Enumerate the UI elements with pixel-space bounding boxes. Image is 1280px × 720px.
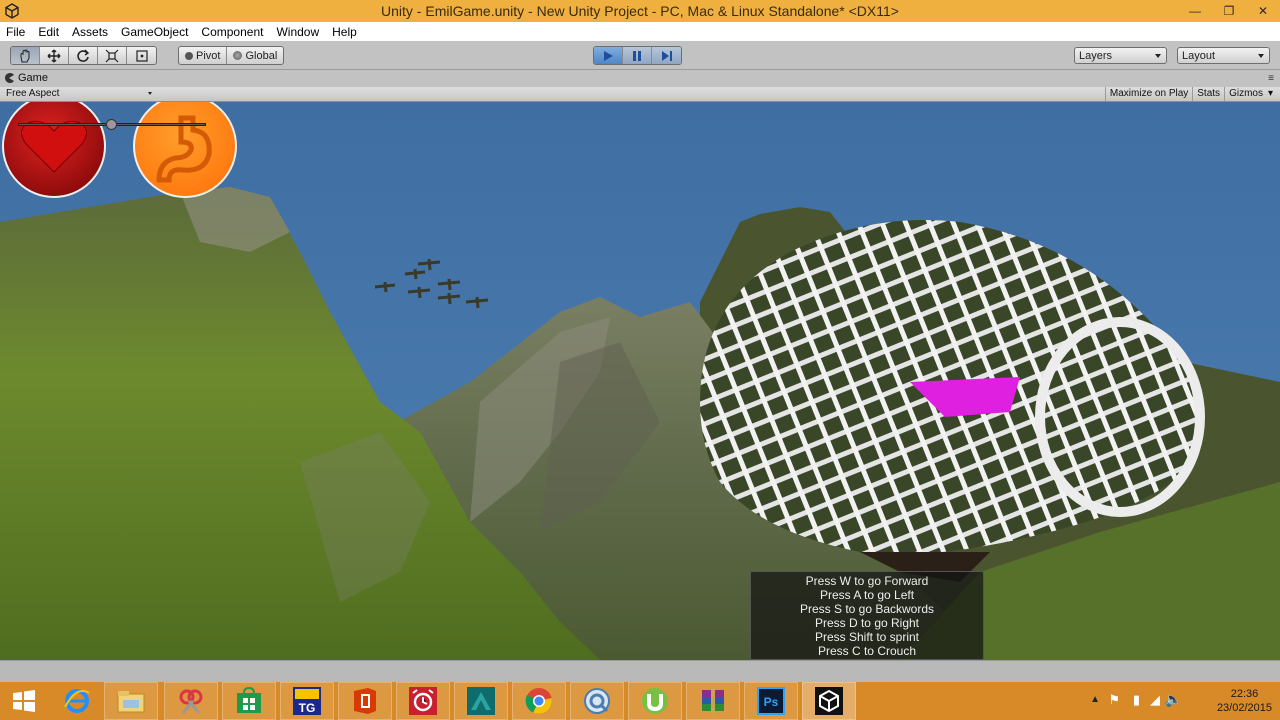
- globe-icon: [233, 51, 243, 60]
- tray-expand-icon[interactable]: ▲: [1090, 694, 1100, 705]
- hunger-indicator: [133, 102, 237, 198]
- title-bar: Unity - EmilGame.unity - New Unity Proje…: [0, 0, 1280, 22]
- windows-start-icon[interactable]: [0, 682, 48, 720]
- game-tab[interactable]: Game: [4, 72, 48, 84]
- minimize-icon[interactable]: —: [1178, 0, 1212, 22]
- pivot-icon: [185, 51, 193, 60]
- close-icon[interactable]: ✕: [1246, 0, 1280, 22]
- move-icon: [47, 49, 61, 62]
- instruction-forward: Press W to go Forward: [805, 574, 929, 588]
- instruction-left: Press A to go Left: [819, 588, 915, 602]
- utorrent-icon[interactable]: [628, 682, 682, 720]
- panel-menu-icon[interactable]: ≡: [1268, 73, 1274, 84]
- game-viewport[interactable]: Press W to go Forward Press A to go Left…: [0, 102, 1280, 660]
- instruction-right: Press D to go Right: [814, 616, 920, 630]
- 3dsmax-icon[interactable]: [454, 682, 508, 720]
- svg-text:TG: TG: [299, 701, 316, 715]
- window-title: Unity - EmilGame.unity - New Unity Proje…: [381, 3, 899, 19]
- menu-assets[interactable]: Assets: [72, 25, 108, 39]
- menu-window[interactable]: Window: [276, 25, 319, 39]
- game-controls-bar: Free Aspect Maximize on Play Stats Gizmo…: [0, 87, 1280, 102]
- photoshop-icon[interactable]: Ps: [744, 682, 798, 720]
- taskbar: TG Ps ▲ ⚑ ▮ ◢ 🔈 22:36 23/02/2015: [0, 682, 1280, 720]
- instruction-backwards: Press S to go Backwords: [799, 602, 935, 616]
- rotate-tool-button[interactable]: [69, 47, 98, 64]
- move-tool-button[interactable]: [40, 47, 69, 64]
- restore-icon[interactable]: ❐: [1212, 0, 1246, 22]
- alarm-icon[interactable]: [396, 682, 450, 720]
- chevron-down-icon: [1258, 54, 1264, 58]
- step-icon: [661, 50, 672, 61]
- aspect-dropdown[interactable]: Free Aspect: [6, 88, 154, 99]
- flag-icon[interactable]: ⚑: [1108, 692, 1120, 708]
- office-icon[interactable]: [338, 682, 392, 720]
- clock-time: 22:36: [1230, 688, 1259, 700]
- menu-edit[interactable]: Edit: [38, 25, 59, 39]
- clock-date: 23/02/2015: [1216, 702, 1272, 714]
- menu-bar: File Edit Assets GameObject Component Wi…: [0, 22, 1280, 41]
- play-icon: [604, 50, 613, 61]
- global-label: Global: [245, 49, 278, 62]
- stats-button[interactable]: Stats: [1192, 87, 1224, 101]
- gizmos-button[interactable]: Gizmos: [1224, 87, 1267, 101]
- transform-tools: [10, 46, 157, 65]
- maximize-on-play-button[interactable]: Maximize on Play: [1104, 87, 1192, 101]
- step-button[interactable]: [652, 47, 681, 64]
- pause-icon: [633, 50, 641, 61]
- snipping-tool-icon[interactable]: [164, 682, 218, 720]
- hand-icon: [20, 49, 30, 62]
- pivot-button[interactable]: Pivot: [179, 47, 228, 64]
- scale-tool-button[interactable]: [98, 47, 127, 64]
- global-button[interactable]: Global: [227, 47, 283, 64]
- hand-tool-button[interactable]: [11, 47, 40, 64]
- instruction-sprint: Press Shift to sprint: [814, 630, 920, 644]
- store-icon[interactable]: [222, 682, 276, 720]
- battery-icon[interactable]: ▮: [1133, 692, 1140, 708]
- network-icon[interactable]: ◢: [1150, 692, 1160, 708]
- chevron-down-icon: [148, 92, 152, 95]
- rotate-icon: [77, 49, 90, 62]
- quicktime-icon[interactable]: [570, 682, 624, 720]
- layers-label: Layers: [1079, 49, 1113, 62]
- winrar-icon[interactable]: [686, 682, 740, 720]
- playback-controls: [593, 46, 682, 65]
- clock[interactable]: 22:36 23/02/2015: [1217, 687, 1272, 715]
- chevron-down-icon: [1155, 54, 1161, 58]
- game-tab-row: Game ≡: [0, 71, 1280, 87]
- menu-file[interactable]: File: [6, 25, 25, 39]
- instruction-crouch: Press C to Crouch: [817, 644, 917, 658]
- rect-tool-button[interactable]: [127, 47, 156, 64]
- layout-dropdown[interactable]: Layout: [1177, 47, 1270, 64]
- chrome-icon[interactable]: [512, 682, 566, 720]
- instructions-box: Press W to go Forward Press A to go Left…: [750, 571, 984, 660]
- pivot-label: Pivot: [196, 49, 221, 62]
- layout-label: Layout: [1182, 49, 1216, 62]
- volume-icon[interactable]: 🔈: [1165, 691, 1182, 708]
- file-explorer-icon[interactable]: [104, 682, 158, 720]
- hud-slider-thumb[interactable]: [106, 119, 117, 130]
- play-button[interactable]: [594, 47, 623, 64]
- chevron-down-icon[interactable]: ▾: [1267, 87, 1274, 101]
- game-tab-label: Game: [18, 72, 48, 84]
- menu-help[interactable]: Help: [332, 25, 357, 39]
- health-indicator: [2, 102, 106, 198]
- rect-icon: [135, 49, 148, 62]
- status-bar: [0, 660, 1280, 682]
- layers-dropdown[interactable]: Layers: [1074, 47, 1167, 64]
- pacman-icon: [5, 73, 14, 83]
- tg-app-icon[interactable]: TG: [280, 682, 334, 720]
- aspect-label: Free Aspect: [6, 88, 60, 99]
- unity-icon[interactable]: [802, 682, 856, 720]
- scale-icon: [105, 49, 119, 62]
- svg-text:Ps: Ps: [764, 695, 779, 709]
- internet-explorer-icon[interactable]: [50, 682, 104, 720]
- toolbar: Pivot Global Layers Layout: [0, 41, 1280, 70]
- menu-gameobject[interactable]: GameObject: [121, 25, 188, 39]
- pivot-toggle-group: Pivot Global: [178, 46, 285, 65]
- menu-component[interactable]: Component: [201, 25, 263, 39]
- pause-button[interactable]: [623, 47, 652, 64]
